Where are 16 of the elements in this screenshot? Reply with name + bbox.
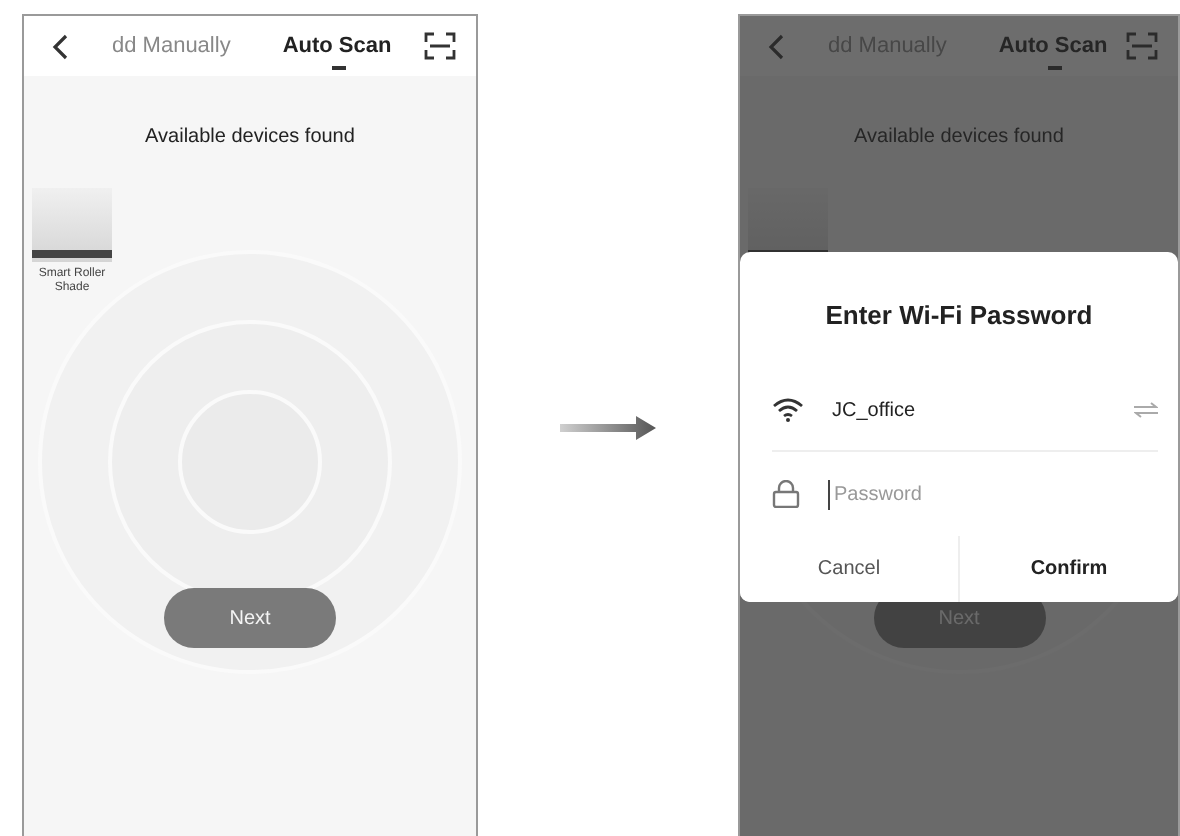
tab[interactable]: Auto Scan [282, 21, 392, 71]
tab[interactable]: dd Manually [112, 21, 231, 71]
tab[interactable]: Auto Scan [998, 21, 1108, 71]
scan-icon[interactable] [424, 32, 456, 60]
network-name: JC_office [832, 399, 918, 421]
confirm-button[interactable]: Confirm [958, 536, 1178, 602]
back-icon[interactable] [52, 33, 68, 59]
arrow-icon [560, 416, 656, 440]
dialog-title: Enter Wi-Fi Password [823, 298, 1095, 334]
wifi-icon [772, 398, 804, 422]
lock-icon [772, 480, 800, 508]
heading: Available devices found [852, 124, 1066, 148]
password-field[interactable]: Password [828, 479, 1114, 509]
device-thumbnail[interactable] [32, 188, 112, 262]
next-button[interactable]: Next [164, 588, 336, 648]
heading: Available devices found [143, 124, 357, 148]
